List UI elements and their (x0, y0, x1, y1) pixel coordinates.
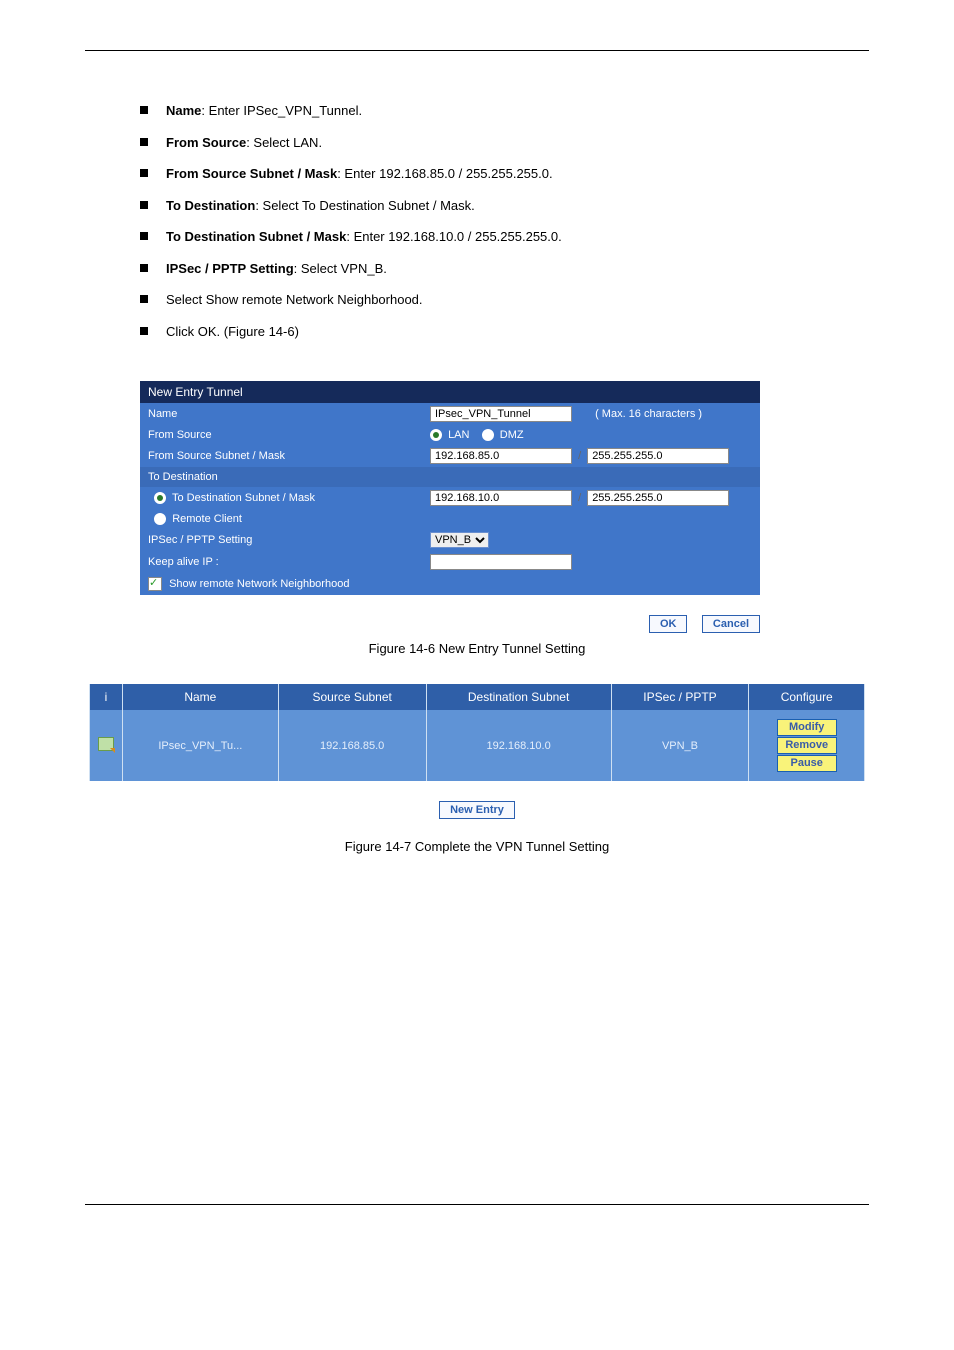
show-remote-checkbox[interactable] (148, 577, 162, 591)
remote-client-label: Remote Client (172, 513, 242, 525)
row-dest: 192.168.10.0 (426, 710, 611, 781)
col-i: i (90, 684, 123, 710)
bullet-text: Click OK. (Figure 14-6) (166, 322, 299, 342)
from-subnet-mask-input[interactable] (587, 448, 729, 464)
figure-caption-2: Figure 14-7 Complete the VPN Tunnel Sett… (85, 839, 869, 854)
from-source-lan-label: LAN (448, 429, 469, 441)
bullet-text: To Destination: Select To Destination Su… (166, 196, 475, 216)
square-bullet-icon (140, 295, 148, 303)
from-subnet-ip-input[interactable] (430, 448, 572, 464)
col-source: Source Subnet (278, 684, 426, 710)
show-remote-label: Show remote Network Neighborhood (169, 578, 349, 590)
from-source-lan-radio[interactable] (430, 429, 442, 441)
to-subnet-mask-input[interactable] (587, 490, 729, 506)
bullet-text: From Source Subnet / Mask: Enter 192.168… (166, 164, 553, 184)
bullet-text: To Destination Subnet / Mask: Enter 192.… (166, 227, 562, 247)
square-bullet-icon (140, 232, 148, 240)
col-cfg: Configure (749, 684, 865, 710)
from-source-dmz-radio[interactable] (482, 429, 494, 441)
bullet-text: From Source: Select LAN. (166, 133, 322, 153)
figure-caption-1: Figure 14-6 New Entry Tunnel Setting (85, 641, 869, 656)
col-name: Name (123, 684, 279, 710)
to-dest-subnet-radio[interactable] (154, 492, 166, 504)
col-ipsec: IPSec / PPTP (611, 684, 749, 710)
row-source: 192.168.85.0 (278, 710, 426, 781)
bullet-text: Name: Enter IPSec_VPN_Tunnel. (166, 101, 362, 121)
tunnel-icon (98, 737, 114, 751)
square-bullet-icon (140, 106, 148, 114)
square-bullet-icon (140, 327, 148, 335)
keep-alive-input[interactable] (430, 554, 572, 570)
bullet-text: IPSec / PPTP Setting: Select VPN_B. (166, 259, 387, 279)
form-header: New Entry Tunnel (140, 381, 760, 403)
square-bullet-icon (140, 201, 148, 209)
from-source-dmz-label: DMZ (500, 429, 524, 441)
ipsec-pptp-label: IPSec / PPTP Setting (140, 529, 424, 551)
new-entry-button[interactable]: New Entry (439, 801, 515, 819)
pause-button[interactable]: Pause (777, 755, 837, 772)
name-input[interactable] (430, 406, 572, 422)
bullet-item: To Destination Subnet / Mask: Enter 192.… (140, 227, 869, 247)
bullet-item: From Source Subnet / Mask: Enter 192.168… (140, 164, 869, 184)
from-subnet-label: From Source Subnet / Mask (140, 445, 424, 467)
bullet-item: Click OK. (Figure 14-6) (140, 322, 869, 342)
bullet-item: To Destination: Select To Destination Su… (140, 196, 869, 216)
bullet-item: IPSec / PPTP Setting: Select VPN_B. (140, 259, 869, 279)
to-dest-subnet-label: To Destination Subnet / Mask (172, 492, 315, 504)
row-ipsec: VPN_B (611, 710, 749, 781)
bullet-item: Name: Enter IPSec_VPN_Tunnel. (140, 101, 869, 121)
from-source-label: From Source (140, 425, 424, 445)
keep-alive-label: Keep alive IP : (140, 551, 424, 573)
col-dest: Destination Subnet (426, 684, 611, 710)
new-entry-tunnel-form: New Entry Tunnel Name ( Max. 16 characte… (140, 381, 760, 595)
row-name: IPsec_VPN_Tu... (123, 710, 279, 781)
bullet-text: Select Show remote Network Neighborhood. (166, 290, 423, 310)
square-bullet-icon (140, 264, 148, 272)
remote-client-radio[interactable] (154, 513, 166, 525)
bullet-item: Select Show remote Network Neighborhood. (140, 290, 869, 310)
ipsec-pptp-select[interactable]: VPN_B (430, 532, 489, 548)
name-hint: ( Max. 16 characters ) (575, 408, 702, 420)
modify-button[interactable]: Modify (777, 719, 837, 736)
cancel-button[interactable]: Cancel (702, 615, 760, 633)
name-label: Name (140, 403, 424, 425)
bullet-item: From Source: Select LAN. (140, 133, 869, 153)
to-destination-header: To Destination (140, 467, 760, 487)
bullet-list: Name: Enter IPSec_VPN_Tunnel. From Source… (140, 101, 869, 341)
square-bullet-icon (140, 169, 148, 177)
to-subnet-ip-input[interactable] (430, 490, 572, 506)
square-bullet-icon (140, 138, 148, 146)
ok-button[interactable]: OK (649, 615, 688, 633)
remove-button[interactable]: Remove (777, 737, 837, 754)
summary-table: i Name Source Subnet Destination Subnet … (89, 684, 865, 781)
